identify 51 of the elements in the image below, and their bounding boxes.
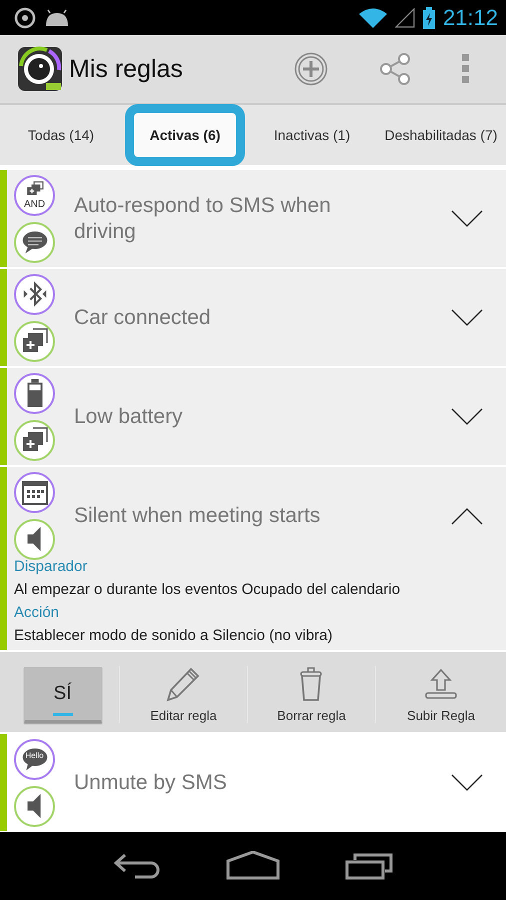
collapse-chevron-icon[interactable] bbox=[451, 506, 483, 524]
clock-time: 21:12 bbox=[442, 4, 498, 30]
expand-chevron-icon[interactable] bbox=[451, 308, 483, 326]
rule-card[interactable]: Low battery bbox=[0, 368, 506, 465]
add-icon[interactable] bbox=[294, 52, 328, 86]
upload-rule-button[interactable]: Subir Regla bbox=[407, 666, 475, 723]
action-description: Establecer modo de sonido a Silencio (no vibra) bbox=[14, 627, 334, 644]
edit-rule-button[interactable]: Editar regla bbox=[150, 666, 217, 723]
expand-chevron-icon[interactable] bbox=[451, 408, 483, 426]
action-heading: Acción bbox=[14, 604, 60, 621]
rule-title: Unmute by SMS bbox=[73, 770, 228, 796]
rule-title: Auto-respond to SMS when driving bbox=[73, 192, 332, 244]
signal-icon bbox=[394, 8, 415, 28]
gps-icon bbox=[14, 6, 36, 28]
trigger-icon: AND bbox=[14, 174, 55, 216]
battery-icon bbox=[422, 6, 435, 28]
rule-title: Low battery bbox=[73, 404, 184, 430]
expand-chevron-icon[interactable] bbox=[451, 210, 483, 228]
rule-title: Silent when meeting starts bbox=[73, 502, 322, 528]
back-icon[interactable] bbox=[112, 851, 161, 881]
pencil-icon bbox=[165, 666, 202, 702]
enable-toggle[interactable]: SÍ bbox=[24, 666, 102, 722]
trigger-icon: Hello bbox=[14, 738, 55, 780]
share-icon[interactable] bbox=[378, 52, 412, 86]
trigger-icon bbox=[14, 472, 55, 512]
expand-chevron-icon[interactable] bbox=[451, 774, 483, 792]
delete-rule-button[interactable]: Borrar regla bbox=[277, 666, 346, 723]
trigger-description: Al empezar o durante los eventos Ocupado del calendario bbox=[14, 581, 402, 598]
action-icon bbox=[14, 518, 55, 560]
action-icon bbox=[14, 786, 55, 826]
trigger-heading: Disparador bbox=[14, 558, 88, 575]
app-logo-icon[interactable] bbox=[17, 46, 63, 92]
rule-card[interactable]: AND Auto-respond to SMS when driving bbox=[0, 170, 506, 267]
trigger-icon bbox=[14, 372, 55, 414]
trash-icon bbox=[298, 666, 324, 702]
action-icon bbox=[14, 420, 55, 460]
home-icon[interactable] bbox=[226, 851, 280, 881]
filter-tab[interactable]: Deshabilitadas (7) bbox=[382, 121, 500, 149]
recent-apps-icon[interactable] bbox=[345, 852, 394, 880]
upload-icon bbox=[424, 666, 458, 702]
android-icon bbox=[44, 8, 70, 26]
rule-card[interactable]: Car connected bbox=[0, 269, 506, 366]
filter-tab[interactable]: Todas (14) bbox=[26, 121, 96, 149]
action-icon bbox=[14, 222, 55, 262]
screen-title: Mis reglas bbox=[69, 54, 183, 84]
filter-tab[interactable]: Inactivas (1) bbox=[272, 121, 352, 149]
action-icon bbox=[14, 320, 55, 362]
rule-card[interactable]: Silent when meeting starts Disparador Al empezar o durante los eventos Ocupado del calendario Acción Establecer modo de sonido a Silencio (no vibra) bbox=[0, 467, 506, 650]
trigger-icon bbox=[14, 274, 55, 314]
wifi-icon bbox=[358, 8, 387, 28]
rule-title: Car connected bbox=[73, 304, 212, 330]
